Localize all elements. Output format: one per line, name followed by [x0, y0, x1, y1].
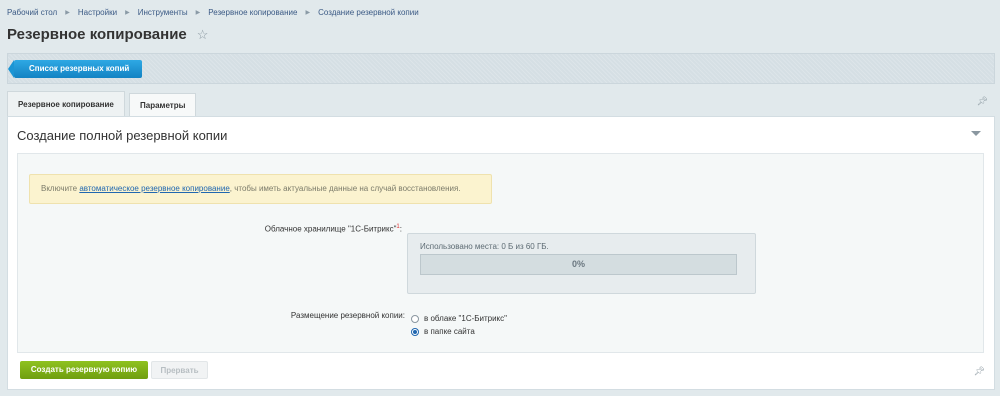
page-title-text: Резервное копирование [7, 26, 187, 43]
tab-bar: Резервное копирование Параметры 📌︎ [7, 90, 995, 116]
pin-icon[interactable]: 📌︎ [977, 96, 988, 107]
chevron-right-icon: ▶ [65, 10, 70, 16]
breadcrumb-item-tools[interactable]: Инструменты [138, 8, 188, 17]
cloud-storage-box: Использовано места: 0 Б из 60 ГБ. 0% [407, 233, 756, 294]
create-backup-button[interactable]: Создать резервную копию [20, 361, 148, 379]
breadcrumb: Рабочий стол ▶ Настройки ▶ Инструменты ▶… [7, 8, 419, 17]
notice-suffix: , чтобы иметь актуальные данные на случа… [229, 184, 461, 193]
notice-prefix: Включите [41, 184, 80, 193]
cloud-usage-progress: 0% [420, 254, 737, 275]
toolbar: Список резервных копий [7, 53, 995, 84]
cloud-storage-label: Облачное хранилище "1С-Битрикс"1: [218, 224, 402, 234]
placement-label: Размещение резервной копии: [290, 311, 405, 320]
breadcrumb-item-backup[interactable]: Резервное копирование [208, 8, 297, 17]
chevron-right-icon: ▶ [195, 10, 201, 16]
chevron-right-icon: ▶ [125, 10, 130, 16]
tab-backup[interactable]: Резервное копирование [7, 91, 125, 116]
pin-icon[interactable]: 📌︎ [974, 366, 985, 377]
auto-backup-link[interactable]: автоматическое резервное копирование [79, 184, 229, 193]
collapse-icon[interactable] [971, 131, 981, 136]
page-title: Резервное копирование ☆ [7, 26, 208, 43]
placement-option-cloud[interactable]: в облаке "1С-Битрикс" [411, 312, 507, 325]
cloud-storage-label-text: Облачное хранилище "1С-Битрикс" [264, 224, 397, 234]
placement-option-site-folder[interactable]: в папке сайта [411, 325, 507, 338]
radio-site-folder-label: в папке сайта [424, 327, 475, 336]
breadcrumb-item-settings[interactable]: Настройки [78, 8, 117, 17]
auto-backup-notice: Включите автоматическое резервное копиро… [29, 174, 492, 204]
backup-list-button[interactable]: Список резервных копий [7, 60, 143, 78]
backup-panel: Создание полной резервной копии Включите… [7, 116, 995, 390]
breadcrumb-item-create-backup[interactable]: Создание резервной копии [318, 8, 419, 17]
cloud-storage-label-colon: : [399, 224, 402, 234]
star-icon[interactable]: ☆ [197, 27, 209, 43]
panel-title: Создание полной резервной копии [17, 128, 228, 143]
radio-cloud[interactable] [411, 314, 419, 323]
stop-button[interactable]: Прервать [151, 361, 208, 379]
backup-form: Включите автоматическое резервное копиро… [17, 153, 984, 353]
breadcrumb-item-desktop[interactable]: Рабочий стол [7, 8, 57, 17]
chevron-right-icon: ▶ [305, 10, 311, 16]
tab-parameters[interactable]: Параметры [129, 93, 197, 116]
radio-site-folder[interactable] [411, 327, 419, 336]
radio-cloud-label: в облаке "1С-Битрикс" [424, 314, 507, 323]
cloud-used-text: Использовано места: 0 Б из 60 ГБ. [420, 242, 549, 251]
placement-radio-group: в облаке "1С-Битрикс" в папке сайта [411, 312, 507, 338]
